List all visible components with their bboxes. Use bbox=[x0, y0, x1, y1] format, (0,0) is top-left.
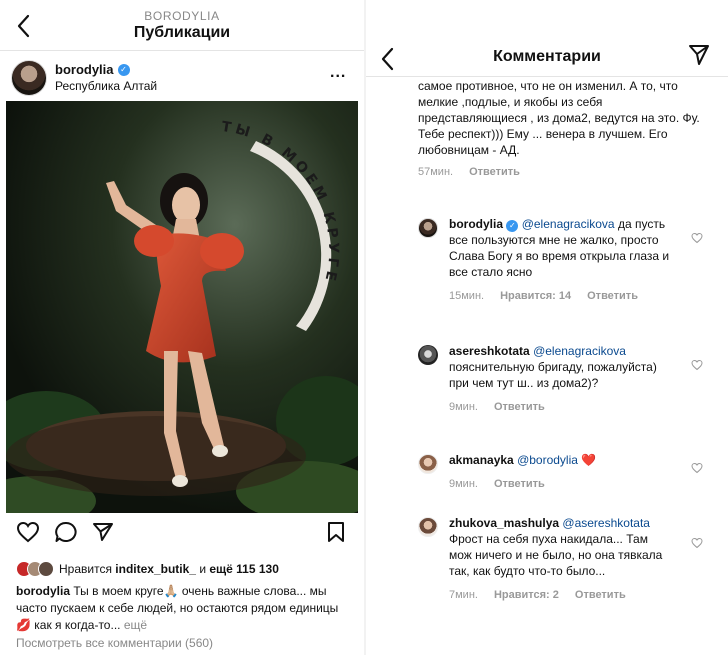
post-photo-illustration: ТЫ В МОЕМ КРУГЕ bbox=[6, 101, 358, 513]
bookmark-icon[interactable] bbox=[327, 521, 345, 543]
comment-text: ❤️ bbox=[577, 453, 597, 467]
comment-author[interactable]: akmanayka bbox=[449, 453, 514, 467]
likes-count-link[interactable]: ещё 115 130 bbox=[209, 562, 279, 576]
reply-button[interactable]: Ответить bbox=[494, 476, 545, 492]
comment-author[interactable]: zhukova_mashulya bbox=[449, 516, 559, 530]
post-actions bbox=[0, 518, 364, 548]
comment-like-heart-icon[interactable] bbox=[691, 462, 703, 474]
comment-meta: 7мин. Нравится: 2 Ответить bbox=[449, 587, 674, 603]
post-photo[interactable]: ТЫ В МОЕМ КРУГЕ bbox=[6, 101, 358, 513]
avatar[interactable] bbox=[418, 517, 438, 537]
reply-button[interactable]: Ответить bbox=[469, 166, 520, 178]
caption-author[interactable]: borodylia bbox=[16, 584, 70, 598]
header-divider bbox=[0, 50, 364, 51]
share-send-icon[interactable] bbox=[92, 522, 114, 542]
comment-body: asereshkotata @elenagracikova пояснитель… bbox=[449, 343, 674, 415]
post-author-name[interactable]: borodylia bbox=[55, 62, 114, 77]
avatar[interactable] bbox=[418, 218, 438, 238]
page-title: Публикации bbox=[133, 24, 231, 41]
likes-text: Нравится inditex_butik_ и ещё 115 130 bbox=[59, 562, 279, 576]
page-title: Комментарии bbox=[493, 48, 601, 65]
post-caption: borodylia Ты в моем круге🙏🏼 очень важные… bbox=[16, 583, 346, 634]
post-author[interactable]: borodylia ✓ bbox=[55, 62, 130, 77]
comment-mention[interactable]: @asereshkotata bbox=[562, 516, 650, 530]
comment-time: 7мин. bbox=[449, 589, 478, 601]
comment-time: 57мин. bbox=[418, 166, 454, 178]
verified-badge-icon: ✓ bbox=[117, 63, 130, 76]
reply-button[interactable]: Ответить bbox=[575, 587, 626, 603]
comment-like-heart-icon[interactable] bbox=[691, 359, 703, 371]
comment-likes[interactable]: Нравится: 14 bbox=[500, 288, 571, 304]
header-username: BORODYLIA bbox=[144, 9, 220, 23]
comment-time: 9мин. bbox=[449, 478, 478, 490]
comment-time: 15мин. bbox=[449, 290, 485, 302]
more-options-icon[interactable]: ... bbox=[330, 64, 346, 82]
caption-more-link[interactable]: ещё bbox=[120, 618, 147, 632]
comment-meta: 9мин. Ответить bbox=[449, 476, 674, 492]
reply-button[interactable]: Ответить bbox=[494, 399, 545, 415]
header-divider bbox=[366, 76, 728, 77]
likes-summary[interactable]: Нравится inditex_butik_ и ещё 115 130 bbox=[16, 560, 279, 578]
comment-like-heart-icon[interactable] bbox=[691, 537, 703, 549]
comment-body: akmanayka @borodylia ❤️ 9мин. Ответить bbox=[449, 452, 674, 492]
comment-author[interactable]: borodylia bbox=[449, 217, 503, 231]
comment-meta: 9мин. Ответить bbox=[449, 399, 674, 415]
avatar[interactable] bbox=[418, 454, 438, 474]
direct-send-icon[interactable] bbox=[688, 44, 710, 66]
avatar bbox=[38, 561, 54, 577]
comment-meta: 57мин. Ответить bbox=[418, 166, 708, 178]
comments-panel: Комментарии самое противное, что не он и… bbox=[366, 0, 728, 655]
likes-user-link[interactable]: inditex_butik_ bbox=[115, 562, 196, 576]
comment-text: Фрост на себя пуха накидала... Там мож н… bbox=[449, 532, 663, 578]
comment-like-heart-icon[interactable] bbox=[691, 232, 703, 244]
comment-mention[interactable]: @elenagracikova bbox=[522, 217, 615, 231]
view-all-comments-link[interactable]: Посмотреть все комментарии (560) bbox=[16, 636, 213, 650]
comment-author[interactable]: asereshkotata bbox=[449, 344, 530, 358]
comment-time: 9мин. bbox=[449, 401, 478, 413]
post-location[interactable]: Республика Алтай bbox=[55, 79, 157, 93]
comment-meta: 15мин. Нравится: 14 Ответить bbox=[449, 288, 674, 304]
comment-mention[interactable]: @elenagracikova bbox=[533, 344, 626, 358]
like-heart-icon[interactable] bbox=[16, 521, 40, 543]
comment-item: самое противное, что не он изменил. А то… bbox=[418, 78, 708, 178]
reply-button[interactable]: Ответить bbox=[587, 288, 638, 304]
comment-likes[interactable]: Нравится: 2 bbox=[494, 587, 559, 603]
avatar[interactable] bbox=[11, 60, 47, 96]
verified-badge-icon: ✓ bbox=[506, 220, 519, 232]
comment-body: zhukova_mashulya @asereshkotata Фрост на… bbox=[449, 515, 674, 603]
comment-text: самое противное, что не он изменил. А то… bbox=[418, 79, 700, 157]
comment-body: borodylia ✓ @elenagracikova да пусть все… bbox=[449, 216, 674, 304]
comment-mention[interactable]: @borodylia bbox=[517, 453, 578, 467]
avatar[interactable] bbox=[418, 345, 438, 365]
post-view-panel: BORODYLIA Публикации borodylia ✓ Республ… bbox=[0, 0, 364, 655]
comment-text: пояснительную бригаду, пожалуйста) при ч… bbox=[449, 360, 657, 390]
comment-bubble-icon[interactable] bbox=[54, 521, 78, 543]
